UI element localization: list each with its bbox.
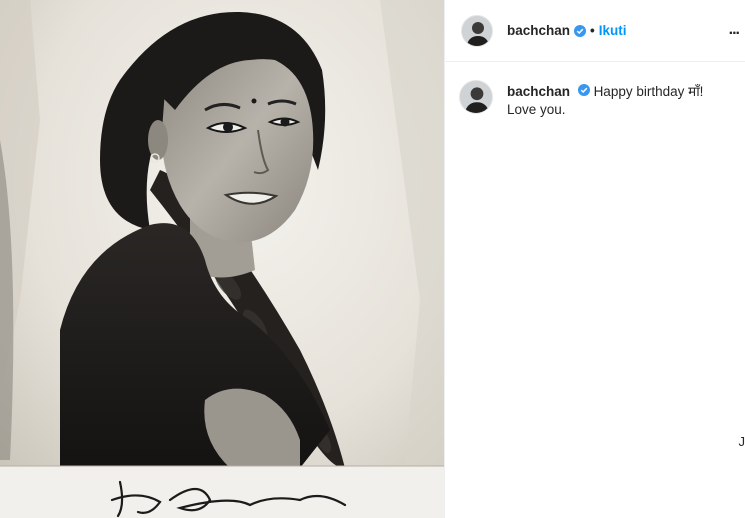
avatar-image: [462, 15, 492, 46]
follow-button[interactable]: Ikuti: [599, 23, 627, 38]
more-options-icon[interactable]: ...: [729, 21, 740, 39]
verified-badge-icon: [577, 84, 590, 96]
vintage-portrait-image: [0, 0, 444, 518]
post-side-panel: bachchan • Ikuti ... bachchan Happy birt: [444, 0, 745, 518]
caption-username-link[interactable]: bachchan: [507, 84, 570, 99]
clipped-edge-text: J: [738, 434, 745, 449]
verified-badge-icon: [574, 24, 587, 37]
post-photo[interactable]: [0, 0, 444, 518]
separator-dot: •: [590, 23, 595, 38]
username-link[interactable]: bachchan: [507, 23, 570, 38]
caption-avatar[interactable]: [459, 80, 493, 114]
avatar[interactable]: [461, 14, 493, 47]
caption-row: bachchan Happy birthday माँ! Love you.: [445, 62, 745, 119]
caption: bachchan Happy birthday माँ! Love you.: [507, 80, 733, 119]
post-header: bachchan • Ikuti ...: [445, 0, 745, 62]
avatar-image: [460, 81, 492, 113]
header-user: bachchan • Ikuti: [507, 23, 627, 38]
